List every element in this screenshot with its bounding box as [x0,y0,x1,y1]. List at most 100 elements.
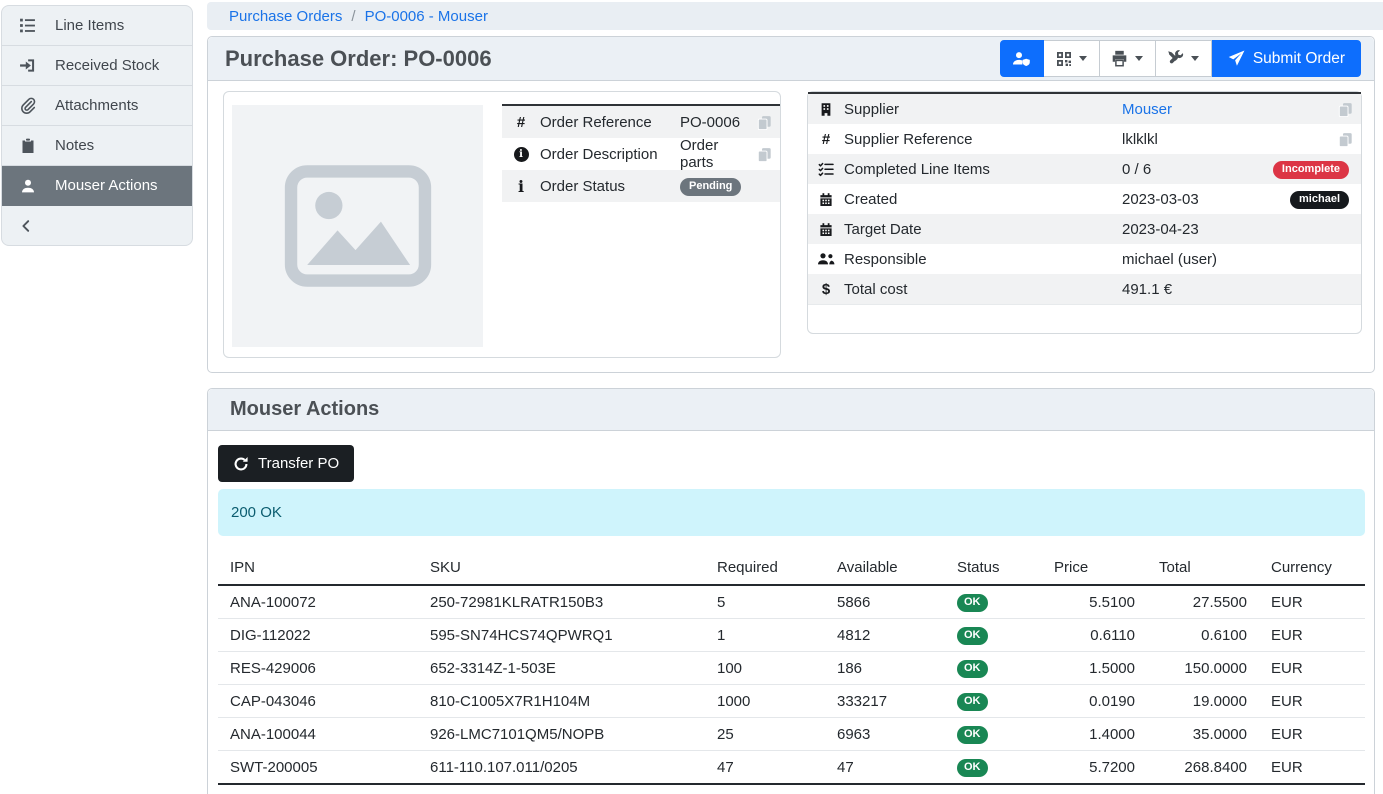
rotate-icon [233,456,249,472]
detail-value: PO-0006 [680,114,748,131]
list-ol-icon [17,17,38,34]
sidebar-item-line-items[interactable]: Line Items [2,6,192,46]
order-details-table: # Order Reference PO-0006 i Order Descri… [502,104,780,202]
table-row: DIG-112022 595-SN74HCS74QPWRQ1 1 4812 OK… [218,619,1365,652]
detail-row-supplier-reference: # Supplier Reference lklklkl [808,124,1361,154]
table-row: ANA-100072 250-72981KLRATR150B3 5 5866 O… [218,585,1365,619]
cell-currency: EUR [1259,652,1365,685]
table-row: RES-429006 652-3314Z-1-503E 100 186 OK 1… [218,652,1365,685]
detail-value: Pending [680,176,780,196]
purchase-order-panel-heading: Purchase Order: PO-0006 [208,37,1374,81]
status-badge: Pending [680,178,741,196]
detail-row-supplier: Supplier Mouser [808,94,1361,124]
cell-required: 100 [705,652,825,685]
actions-menu-button[interactable] [1156,40,1212,77]
cell-required: 5 [705,585,825,619]
supplier-details-table: Supplier Mouser # Supplier Reference lkl… [808,92,1361,327]
detail-value: 2023-03-03 [1122,191,1290,208]
cell-price: 0.0190 [1042,685,1147,718]
users-icon [808,252,844,266]
cell-available: 333217 [825,685,945,718]
copy-icon[interactable] [748,147,780,162]
cell-sku: 810-C1005X7R1H104M [418,685,705,718]
submit-order-label: Submit Order [1253,50,1345,68]
user-icon [17,178,38,194]
footer-total: 501.0000 [1147,784,1259,794]
image-icon [282,164,434,288]
copy-icon[interactable] [748,115,780,130]
cell-sku: 652-3314Z-1-503E [418,652,705,685]
sidebar-item-mouser-actions[interactable]: Mouser Actions [2,166,192,206]
cell-ipn: CAP-043046 [218,685,418,718]
cell-total: 0.6100 [1147,619,1259,652]
footer-label: Total [218,784,418,794]
qrcode-icon [1056,51,1072,67]
print-menu-button[interactable] [1100,40,1156,77]
table-row: CAP-043046 810-C1005X7R1H104M 1000 33321… [218,685,1365,718]
sidebar-collapse-button[interactable] [2,206,192,245]
cell-price: 5.7200 [1042,751,1147,785]
cell-currency: EUR [1259,685,1365,718]
cell-ipn: ANA-100044 [218,718,418,751]
cell-available: 4812 [825,619,945,652]
table-footer-row: Total 501.0000 [218,784,1365,794]
sidebar-item-received-stock[interactable]: Received Stock [2,46,192,86]
cell-required: 1 [705,619,825,652]
cell-price: 1.4000 [1042,718,1147,751]
user-shield-icon [1012,50,1031,67]
transfer-po-button[interactable]: Transfer PO [218,445,354,482]
cell-available: 6963 [825,718,945,751]
copy-icon[interactable] [1329,102,1361,117]
detail-label: Target Date [844,221,1122,238]
col-header-sku: SKU [418,553,705,585]
breadcrumb-link-current-order[interactable]: PO-0006 - Mouser [365,8,488,25]
ok-badge: OK [957,660,988,678]
submit-order-button[interactable]: Submit Order [1212,40,1361,77]
supplier-details-card: Supplier Mouser # Supplier Reference lkl… [807,91,1362,334]
cell-ipn: ANA-100072 [218,585,418,619]
screwdriver-wrench-icon [1167,50,1184,67]
detail-label: Order Description [540,146,680,163]
cell-currency: EUR [1259,619,1365,652]
cell-sku: 611-110.107.011/0205 [418,751,705,785]
detail-row-created: Created 2023-03-03 michael [808,184,1361,214]
sidebar-item-label: Mouser Actions [55,177,158,194]
mouser-actions-body: Transfer PO 200 OK IPN SKU Required Avai… [208,431,1374,794]
detail-row-order-reference: # Order Reference PO-0006 [502,106,780,138]
sidebar-item-attachments[interactable]: Attachments [2,86,192,126]
ok-badge: OK [957,627,988,645]
cell-total: 27.5500 [1147,585,1259,619]
purchase-order-panel-body: # Order Reference PO-0006 i Order Descri… [208,81,1374,373]
copy-icon[interactable] [1329,132,1361,147]
cell-currency: EUR [1259,585,1365,619]
detail-label: Order Status [540,178,680,195]
table-row: ANA-100044 926-LMC7101QM5/NOPB 25 6963 O… [218,718,1365,751]
page-title: Purchase Order: PO-0006 [225,46,492,72]
detail-value: lklklkl [1122,131,1329,148]
cell-status: OK [945,619,1042,652]
order-details-card: # Order Reference PO-0006 i Order Descri… [223,91,781,358]
supplier-link[interactable]: Mouser [1122,101,1172,118]
detail-label: Total cost [844,281,1122,298]
info-circle-icon: i [502,147,540,162]
detail-row-target-date: Target Date 2023-04-23 [808,214,1361,244]
cell-status: OK [945,718,1042,751]
detail-row-order-status: i Order Status Pending [502,170,780,202]
barcode-menu-button[interactable] [1044,40,1100,77]
mouser-actions-panel: Mouser Actions Transfer PO 200 OK IPN SK [207,388,1375,794]
purchase-order-panel: Purchase Order: PO-0006 [207,36,1375,373]
cell-currency: EUR [1259,718,1365,751]
cell-status: OK [945,585,1042,619]
mouser-actions-title: Mouser Actions [230,398,379,421]
ok-badge: OK [957,693,988,711]
sidebar-item-notes[interactable]: Notes [2,126,192,166]
cell-currency: EUR [1259,751,1365,785]
col-header-total: Total [1147,553,1259,585]
user-shield-button[interactable] [1000,40,1044,77]
cell-ipn: DIG-112022 [218,619,418,652]
sidebar-item-label: Attachments [55,97,138,114]
clipboard-icon [17,138,38,154]
cell-sku: 595-SN74HCS74QPWRQ1 [418,619,705,652]
breadcrumb-link-purchase-orders[interactable]: Purchase Orders [229,8,342,25]
chevron-down-icon [1079,56,1087,61]
